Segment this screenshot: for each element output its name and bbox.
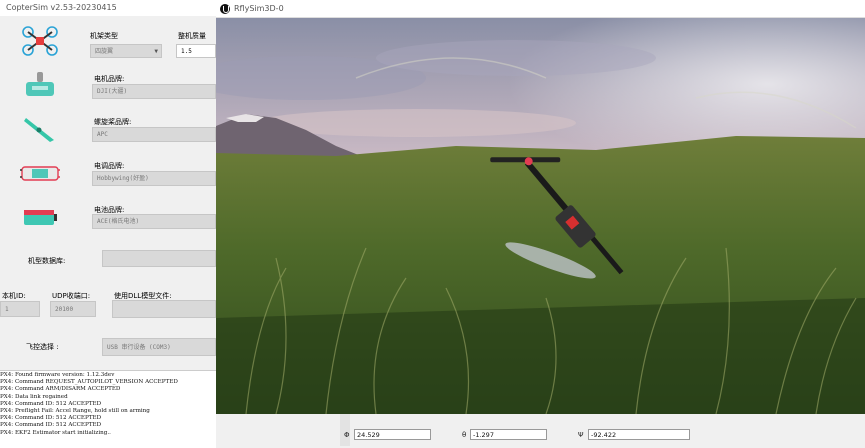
coptersim-window-title: CopterSim v2.53-20230415 [0, 0, 216, 16]
console-log[interactable]: PX4: Found firmware version: 1.12.3dev P… [0, 370, 216, 448]
rflysim-window-title: RflySim3D-0 [234, 4, 284, 13]
bar-left-edge [340, 414, 350, 446]
console-line: PX4: Preflight Fail: Accel Range, hold s… [0, 408, 150, 415]
attitude-readout-bar: Φ 24.529 θ -1.297 Ψ -92.422 [340, 414, 865, 446]
chevron-down-icon: ▼ [154, 48, 158, 55]
coptersim-config-panel: 机架类型 四旋翼 ▼ 整机质量 1.5 电机品牌: DJI(大疆) 螺旋桨品牌:… [0, 16, 216, 370]
local-id-label: 本机ID: [2, 292, 26, 300]
dll-file-input[interactable] [112, 300, 216, 318]
mass-label: 整机质量 [178, 32, 206, 40]
console-line: PX4: Command ID: 512 ACCEPTED [0, 422, 102, 429]
fc-select-label: 飞控选择 : [26, 343, 59, 351]
theta-value-field[interactable]: -1.297 [470, 429, 547, 440]
quadcopter-icon [22, 26, 58, 56]
rflysim-window-title-bar[interactable]: RflySim3D-0 [216, 0, 865, 18]
esc-brand-label: 电调品牌: [94, 162, 125, 170]
udp-port-input[interactable]: 20100 [50, 301, 96, 317]
esc-brand-select[interactable]: Hobbywing(好盈) [92, 171, 216, 186]
phi-value-field[interactable]: 24.529 [354, 429, 431, 440]
simulation-scene [216, 18, 865, 414]
motor-brand-select[interactable]: DJI(大疆) [92, 84, 216, 99]
console-line: PX4: Command ID: 512 ACCEPTED [0, 400, 102, 407]
prop-brand-select[interactable]: APC [92, 127, 216, 142]
mass-input[interactable]: 1.5 [176, 44, 216, 58]
psi-value-field[interactable]: -92.422 [588, 429, 690, 440]
propeller-icon [24, 118, 54, 142]
model-db-select[interactable] [102, 250, 216, 267]
frame-type-value: 四旋翼 [95, 48, 114, 55]
frame-type-select[interactable]: 四旋翼 ▼ [90, 44, 162, 58]
esc-icon [20, 166, 60, 181]
fc-select[interactable]: USB 串行设备 (COM3) [102, 338, 216, 356]
psi-label: Ψ [578, 431, 584, 439]
frame-type-label: 机架类型 [90, 32, 118, 40]
theta-label: θ [462, 431, 467, 439]
console-line: PX4: Found firmware version: 1.12.3dev [0, 372, 115, 378]
console-line: PX4: Data link regained [0, 393, 68, 400]
console-line: PX4: EKF2 Estimator start initializing.. [0, 429, 111, 436]
console-line: PX4: Command ARM/DISARM ACCEPTED [0, 386, 121, 393]
battery-icon [24, 210, 57, 225]
battery-brand-select[interactable]: ACE(格氏电池) [92, 214, 216, 229]
udp-port-label: UDP收端口: [52, 292, 91, 300]
motor-brand-label: 电机品牌: [94, 75, 125, 83]
local-id-input[interactable]: 1 [0, 301, 40, 317]
model-db-label: 机型数据库: [28, 257, 66, 265]
prop-brand-label: 螺旋桨品牌: [94, 118, 132, 126]
console-line: PX4: Command ID: 512 ACCEPTED [0, 415, 102, 422]
console-line: PX4: Command REQUEST_AUTOPILOT_VERSION A… [0, 379, 178, 386]
3d-viewport[interactable] [216, 18, 865, 414]
unreal-logo-icon [220, 4, 230, 14]
motor-icon [26, 72, 54, 96]
phi-label: Φ [344, 431, 350, 439]
